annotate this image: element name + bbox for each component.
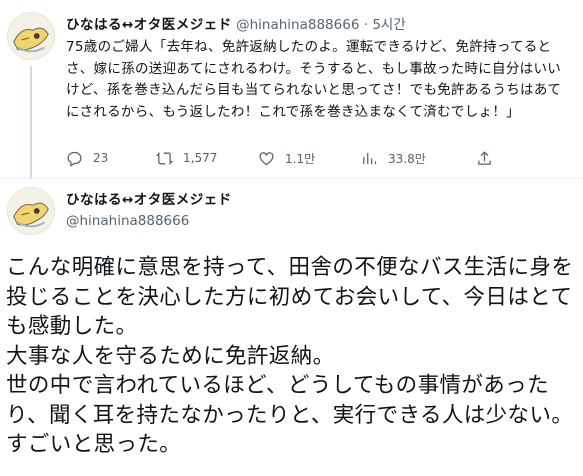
thread-connector-line (30, 66, 32, 178)
avatar[interactable] (7, 12, 55, 60)
user-handle[interactable]: @hinahina888666 (236, 17, 359, 33)
display-name[interactable]: ひなはる↔オタ医メジェド (66, 17, 232, 33)
retweet-button[interactable]: 1,577 (156, 148, 217, 168)
reply-count: 23 (93, 151, 109, 165)
tweet-text: こんな明確に意思を持って、田舎の不便なバス生活に身を投じることを決心した方に初め… (6, 255, 574, 457)
tweet-header: ひなはる↔オタ医メジェド @hinahina888666 · 5시간 (66, 13, 406, 33)
share-icon (478, 150, 491, 165)
tweet-text: 75歳のご婦人「去年ね、免許返納したのよ。運転できるけど、免許持ってるとさ、嫁に… (66, 39, 562, 120)
separator-dot: · (363, 17, 369, 33)
like-button[interactable]: 1.1만 (258, 148, 315, 168)
views-button[interactable]: 33.8만 (361, 148, 426, 168)
retweet-count: 1,577 (183, 151, 218, 165)
views-icon (363, 152, 377, 164)
tweet-header: ひなはる↔オタ医メジェド @hinahina888666 (66, 190, 232, 232)
display-name[interactable]: ひなはる↔オタ医メジェド (66, 190, 232, 211)
tweet-main-text: こんな明確に意思を持って、田舎の不便なバス生活に身を投じることを決心した方に初め… (6, 253, 578, 460)
tweet-divider (0, 178, 583, 179)
user-handle[interactable]: @hinahina888666 (66, 211, 232, 232)
tweet-first[interactable]: ひなはる↔オタ医メジェド @hinahina888666 · 5시간 75歳のご… (0, 0, 583, 178)
like-count: 1.1만 (285, 151, 316, 166)
retweet-icon (156, 151, 173, 165)
action-bar: 23 1,577 1.1만 33.8만 (66, 148, 536, 168)
timestamp[interactable]: 5시간 (372, 17, 405, 33)
reply-button[interactable]: 23 (66, 148, 108, 168)
share-button[interactable] (476, 148, 493, 168)
avatar[interactable] (7, 187, 55, 235)
reply-icon (67, 151, 82, 167)
view-count: 33.8만 (388, 151, 426, 166)
heart-icon (259, 151, 274, 165)
